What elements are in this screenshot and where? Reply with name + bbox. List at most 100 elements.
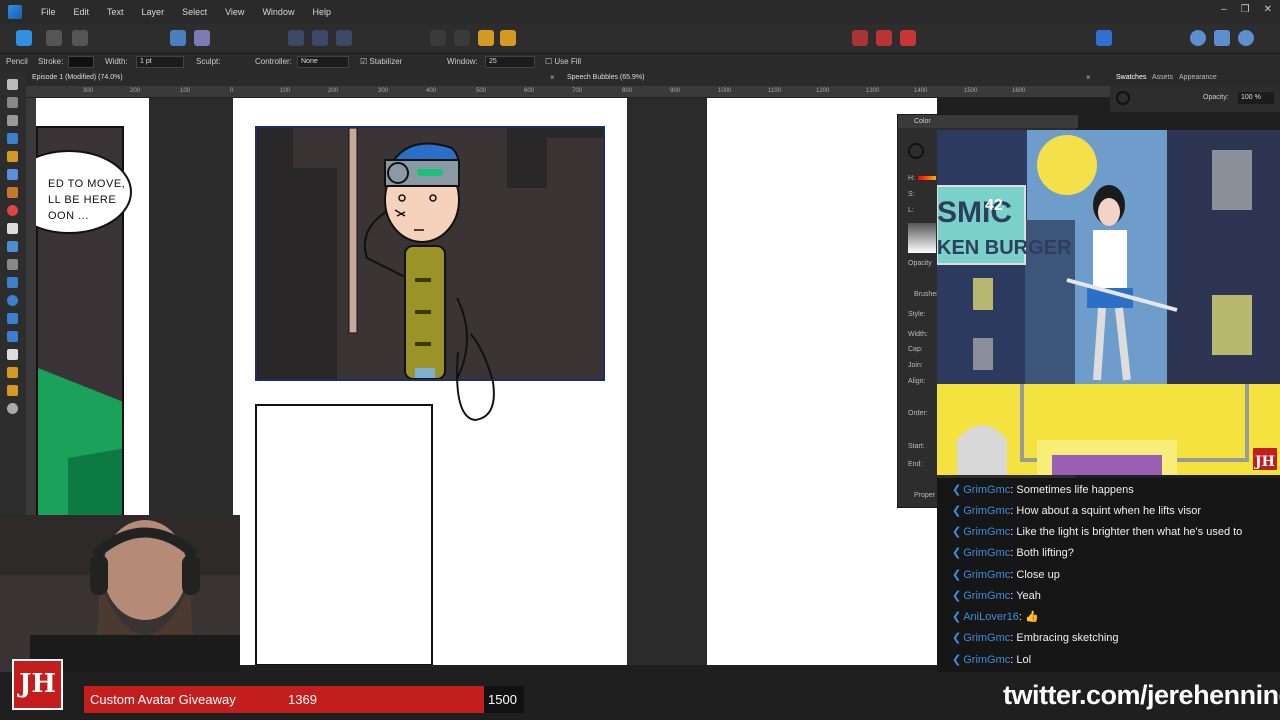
chat-message: ❮ GrimGmc: Close up	[952, 569, 1060, 581]
width-input[interactable]: 1 pt	[136, 56, 184, 68]
pixel-persona-icon[interactable]	[46, 30, 62, 46]
hand-tool-icon[interactable]	[7, 385, 18, 396]
zoom-tool-icon[interactable]	[7, 403, 18, 414]
pencil-tool-icon[interactable]	[7, 169, 18, 180]
tab-appearance[interactable]: Appearance	[1179, 74, 1217, 81]
text-tool-icon[interactable]	[7, 349, 18, 360]
chat-message: ❮ GrimGmc: Like the light is brighter the…	[952, 526, 1243, 538]
giveaway-label: Custom Avatar Giveaway	[90, 692, 236, 707]
ruler-label: 100	[280, 88, 291, 94]
stroke-well-icon[interactable]	[1116, 91, 1130, 105]
node-tool-icon[interactable]	[7, 115, 18, 126]
chat-message: ❮ GrimGmc: Embracing sketching	[952, 632, 1119, 644]
chat-message: ❮ GrimGmc: Sometimes life happens	[952, 484, 1134, 496]
snap-icon[interactable]	[900, 30, 916, 46]
chat-username: GrimGmc	[963, 632, 1011, 644]
arrange-front-icon[interactable]	[500, 30, 516, 46]
window-label: Window:	[447, 57, 478, 66]
export-persona-icon[interactable]	[72, 30, 88, 46]
menu-help[interactable]: Help	[303, 7, 340, 17]
color-well-icon[interactable]	[908, 143, 924, 159]
guides-icon[interactable]	[876, 30, 892, 46]
saturation-label: S:	[908, 191, 915, 198]
opacity-slider-label: Opacity	[908, 260, 932, 267]
chat-text: Sometimes life happens	[1016, 484, 1134, 496]
pen-tool-icon[interactable]	[7, 151, 18, 162]
controller-select[interactable]: None	[297, 56, 349, 68]
chat-text: Yeah	[1016, 590, 1041, 602]
stroke-color-swatch[interactable]	[68, 56, 94, 68]
boolean-subtract-icon[interactable]	[454, 30, 470, 46]
chat-message: ❮ GrimGmc: How about a squint when he lif…	[952, 505, 1202, 517]
tab-episode-1-close-icon[interactable]: ×	[550, 73, 555, 82]
stabilizer-checkbox[interactable]: ☑ Stabilizer	[360, 57, 402, 66]
color-picker-box[interactable]	[908, 223, 936, 253]
transform-icon[interactable]	[1096, 30, 1112, 46]
mode-inside-icon[interactable]	[1238, 30, 1254, 46]
move-tool-icon[interactable]	[7, 79, 18, 90]
mode-behind-icon[interactable]	[1214, 30, 1230, 46]
boolean-add-icon[interactable]	[430, 30, 446, 46]
mode-normal-icon[interactable]	[1190, 30, 1206, 46]
properties-tab[interactable]: Proper	[914, 492, 935, 499]
overlay-sign-line2: KEN BURGER	[937, 237, 1072, 259]
eyedropper-tool-icon[interactable]	[7, 367, 18, 378]
ruler-label: 0	[230, 88, 234, 94]
tab-assets[interactable]: Assets	[1152, 74, 1173, 81]
snapping-icon[interactable]	[194, 30, 210, 46]
comic-panel-selected[interactable]	[255, 126, 605, 381]
rounded-rect-tool-icon[interactable]	[7, 313, 18, 324]
menu-layer[interactable]: Layer	[133, 7, 174, 17]
bubble-line: LL BE HERE	[48, 194, 117, 206]
designer-persona-icon[interactable]	[16, 30, 32, 46]
assistant-icon[interactable]	[170, 30, 186, 46]
ruler-label: 1600	[1012, 88, 1026, 94]
tab-speech-bubbles-close-icon[interactable]: ×	[1086, 73, 1091, 82]
ellipse-tool-icon[interactable]	[7, 295, 18, 306]
minimize-button[interactable]: –	[1221, 4, 1227, 15]
brushes-tab[interactable]: Brushes	[914, 291, 940, 298]
comic-panel-empty[interactable]	[255, 404, 433, 665]
transparency-tool-icon[interactable]	[7, 223, 18, 234]
stream-overlay-artwork: SMIC 42 KEN BURGER JH	[937, 130, 1280, 475]
artboard-tool-icon[interactable]	[7, 97, 18, 108]
tab-speech-bubbles[interactable]: Speech Bubbles (65.9%)	[567, 74, 644, 81]
menu-file[interactable]: File	[32, 7, 65, 17]
grid-icon[interactable]	[852, 30, 868, 46]
align-center-icon[interactable]	[312, 30, 328, 46]
twitter-handle: twitter.com/jerehenning	[1003, 680, 1280, 710]
use-fill-checkbox[interactable]: ☐ Use Fill	[545, 57, 581, 66]
arrange-back-icon[interactable]	[478, 30, 494, 46]
place-image-icon[interactable]	[7, 241, 18, 252]
ruler-label: 200	[130, 88, 141, 94]
corner-tool-icon[interactable]	[7, 133, 18, 144]
rectangle-tool-icon[interactable]	[7, 277, 18, 288]
menu-select[interactable]: Select	[173, 7, 216, 17]
overlay-illustration: SMIC 42 KEN BURGER JH	[937, 130, 1280, 475]
menu-edit[interactable]: Edit	[65, 7, 99, 17]
ruler-label: 100	[180, 88, 191, 94]
brush-tool-icon[interactable]	[7, 187, 18, 198]
crop-tool-icon[interactable]	[7, 259, 18, 270]
menu-window[interactable]: Window	[253, 7, 303, 17]
opacity-input[interactable]: 100 %	[1238, 92, 1274, 104]
giveaway-goal: 1500	[488, 692, 517, 707]
ruler-label: 500	[476, 88, 487, 94]
menu-text[interactable]: Text	[98, 7, 133, 17]
use-fill-label: Use Fill	[554, 57, 582, 66]
shape-tool-icon[interactable]	[7, 331, 18, 342]
bubble-line: OON ...	[48, 210, 89, 222]
tab-episode-1[interactable]: Episode 1 (Modified) (74.0%)	[32, 74, 123, 81]
menu-view[interactable]: View	[216, 7, 253, 17]
tab-swatches[interactable]: Swatches	[1116, 74, 1146, 81]
close-button[interactable]: ✕	[1264, 4, 1272, 15]
window-input[interactable]: 25	[485, 56, 535, 68]
maximize-button[interactable]: ❐	[1241, 4, 1250, 15]
controller-label: Controller:	[255, 57, 292, 66]
fill-tool-icon[interactable]	[7, 205, 18, 216]
align-left-icon[interactable]	[288, 30, 304, 46]
align-right-icon[interactable]	[336, 30, 352, 46]
chat-text: Both lifting?	[1016, 547, 1074, 559]
chat-text: 👍	[1025, 611, 1039, 623]
hue-slider[interactable]	[918, 176, 936, 180]
